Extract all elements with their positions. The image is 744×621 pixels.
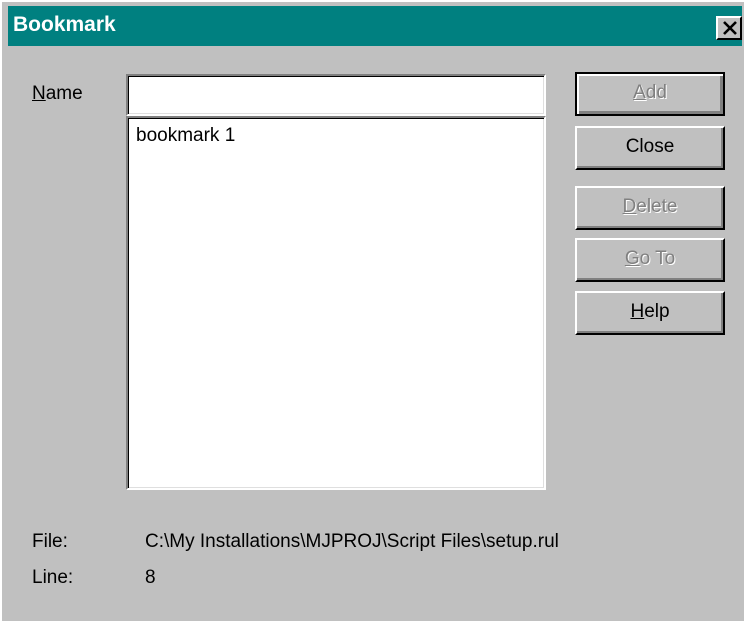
name-input[interactable] [126,74,546,116]
goto-button-label-rest: o To [639,248,676,269]
add-button-label-rest: dd [645,82,667,103]
close-window-button[interactable] [716,16,742,40]
delete-button-mnemonic: D [622,196,637,217]
help-button[interactable]: Help [575,291,725,335]
name-label-mnemonic: N [32,83,46,104]
file-label: File: [32,531,68,552]
goto-button[interactable]: Go To [575,238,725,282]
delete-button[interactable]: Delete [575,186,725,230]
help-button-label-rest: elp [644,301,670,322]
window-title: Bookmark [13,13,116,36]
title-bar[interactable]: Bookmark [8,6,742,46]
line-label: Line: [32,567,74,588]
file-path-value: C:\My Installations\MJPROJ\Script Files\… [145,531,559,552]
close-button[interactable]: Close [575,126,725,170]
help-button-mnemonic: H [630,301,645,322]
bookmark-dialog: Bookmark Name bookmark 1 Add Close Delet… [0,0,744,621]
delete-button-label-rest: elete [636,196,678,217]
name-label-rest: ame [45,83,83,104]
add-button-mnemonic: A [633,82,646,103]
goto-button-mnemonic: G [624,248,640,269]
add-button[interactable]: Add [575,72,725,116]
bookmark-list[interactable]: bookmark 1 [126,116,546,490]
name-label: Name [32,82,83,106]
line-number-value: 8 [145,567,156,588]
close-x-icon [723,21,737,35]
list-item[interactable]: bookmark 1 [136,124,235,148]
